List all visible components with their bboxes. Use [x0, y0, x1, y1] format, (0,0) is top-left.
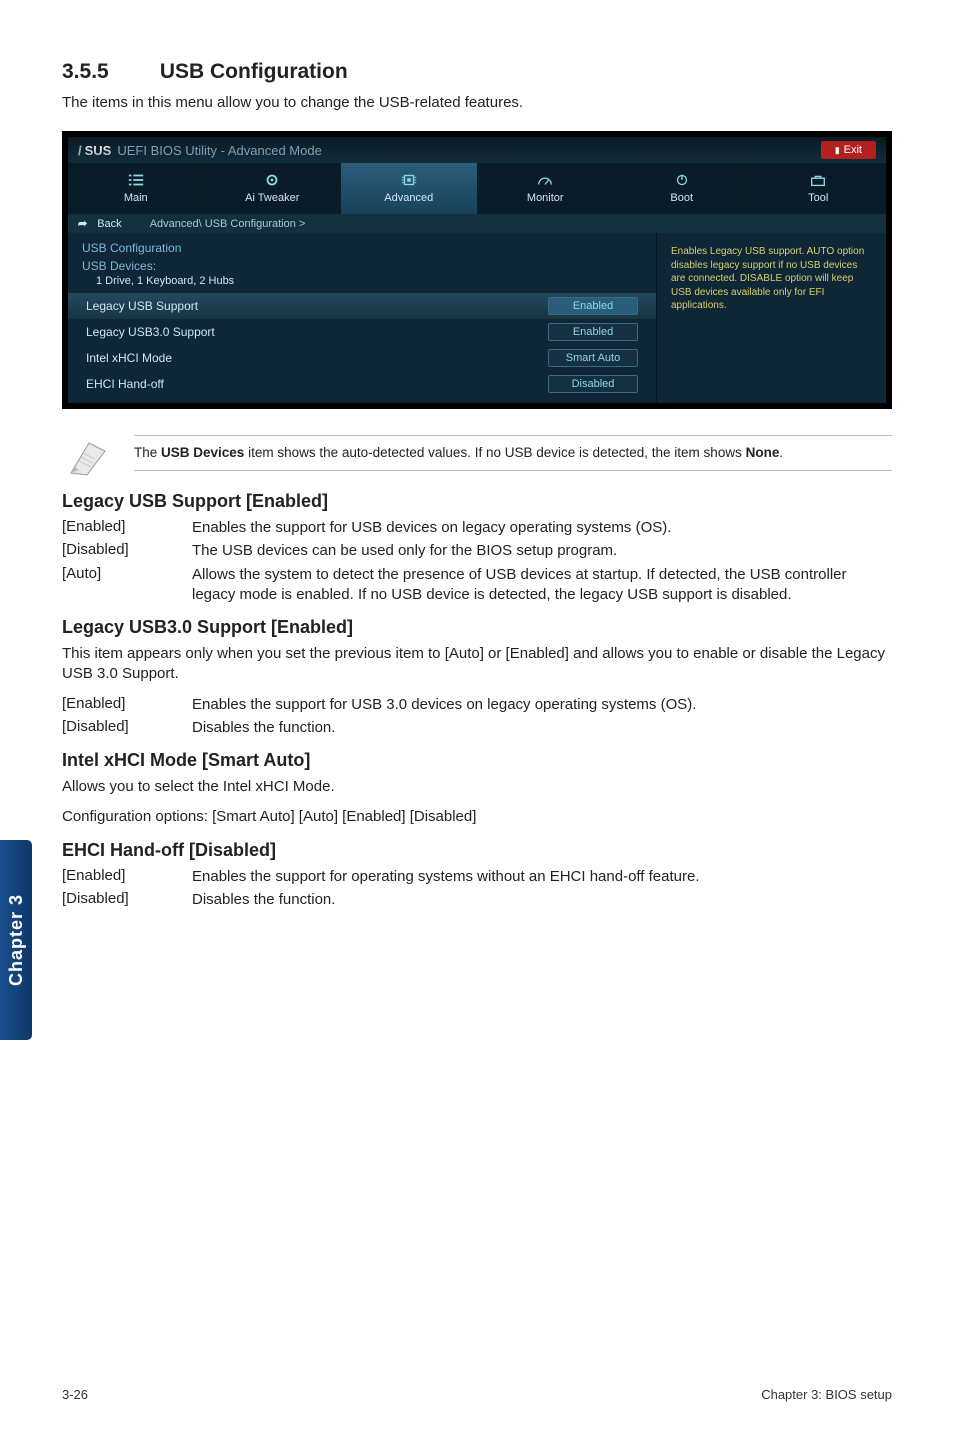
tab-boot[interactable]: Boot — [614, 163, 751, 214]
definition-row: [Disabled]Disables the function. — [62, 890, 892, 910]
tab-ai-tweaker[interactable]: Ai Tweaker — [205, 163, 342, 214]
definition-desc: Enables the support for USB 3.0 devices … — [192, 695, 892, 715]
definition-desc: Allows the system to detect the presence… — [192, 565, 892, 606]
definition-term: [Disabled] — [62, 718, 192, 738]
option-label: Legacy USB Support — [86, 299, 198, 313]
tab-label: Ai Tweaker — [209, 192, 337, 204]
tab-main[interactable]: Main — [68, 163, 205, 214]
definition-row: [Disabled]Disables the function. — [62, 718, 892, 738]
bios-tabbar: Main Ai Tweaker Advanced — [68, 163, 886, 214]
definition-desc: Disables the function. — [192, 890, 892, 910]
tab-label: Main — [72, 192, 200, 204]
option-value[interactable]: Enabled — [548, 323, 638, 341]
tab-monitor[interactable]: Monitor — [478, 163, 615, 214]
power-icon — [618, 171, 746, 189]
subsection-heading: Intel xHCI Mode [Smart Auto] — [62, 750, 892, 771]
tab-label: Advanced — [345, 192, 473, 204]
note-block: The USB Devices item shows the auto-dete… — [62, 435, 892, 479]
definition-desc: Disables the function. — [192, 718, 892, 738]
section-heading: 3.5.5 USB Configuration — [62, 60, 892, 84]
definition-row: [Auto]Allows the system to detect the pr… — [62, 565, 892, 606]
definition-row: [Enabled]Enables the support for USB dev… — [62, 518, 892, 538]
subsection-heading: EHCI Hand-off [Disabled] — [62, 840, 892, 861]
gear-icon — [209, 171, 337, 189]
definition-term: [Enabled] — [62, 867, 192, 887]
footer-chapter-label: Chapter 3: BIOS setup — [761, 1387, 892, 1402]
bios-titlebar: SUS UEFI BIOS Utility - Advanced Mode Ex… — [68, 137, 886, 163]
toolbox-icon — [755, 171, 883, 189]
option-label: Intel xHCI Mode — [86, 351, 172, 365]
definition-row: [Enabled]Enables the support for USB 3.0… — [62, 695, 892, 715]
chip-icon — [345, 171, 473, 189]
tab-advanced[interactable]: Advanced — [341, 163, 478, 214]
option-label: Legacy USB3.0 Support — [86, 325, 215, 339]
option-ehci-hand-off[interactable]: EHCI Hand-off Disabled — [68, 371, 656, 397]
definition-desc: Enables the support for USB devices on l… — [192, 518, 892, 538]
section-intro: The items in this menu allow you to chan… — [62, 94, 892, 111]
bios-title-text: UEFI BIOS Utility - Advanced Mode — [117, 143, 321, 158]
option-label: EHCI Hand-off — [86, 377, 164, 391]
definition-desc: Enables the support for operating system… — [192, 867, 892, 887]
definition-term: [Auto] — [62, 565, 192, 606]
gauge-icon — [482, 171, 610, 189]
chapter-side-label: Chapter 3 — [6, 894, 27, 986]
subsection-paragraph: This item appears only when you set the … — [62, 644, 892, 685]
definition-term: [Enabled] — [62, 518, 192, 538]
option-value[interactable]: Smart Auto — [548, 349, 638, 367]
section-title: USB Configuration — [160, 60, 348, 83]
bios-main-panel: USB Configuration USB Devices: 1 Drive, … — [68, 233, 656, 403]
option-legacy-usb-support[interactable]: Legacy USB Support Enabled — [68, 293, 656, 319]
section-number: 3.5.5 — [62, 60, 154, 84]
subsection-heading: Legacy USB3.0 Support [Enabled] — [62, 617, 892, 638]
list-icon — [72, 171, 200, 189]
tab-label: Boot — [618, 192, 746, 204]
tab-label: Monitor — [482, 192, 610, 204]
definition-desc: The USB devices can be used only for the… — [192, 541, 892, 561]
exit-button[interactable]: Exit — [821, 141, 876, 159]
breadcrumb: Advanced\ USB Configuration > — [150, 218, 306, 230]
definition-term: [Disabled] — [62, 541, 192, 561]
subsection-heading: Legacy USB Support [Enabled] — [62, 491, 892, 512]
bios-devices-value: 1 Drive, 1 Keyboard, 2 Hubs — [68, 275, 656, 293]
back-label: Back — [97, 218, 121, 230]
back-arrow-icon: ➦ — [78, 217, 87, 230]
page-footer: 3-26 Chapter 3: BIOS setup — [62, 1387, 892, 1402]
bios-devices-label: USB Devices: — [68, 257, 656, 275]
definition-row: [Disabled]The USB devices can be used on… — [62, 541, 892, 561]
option-intel-xhci-mode[interactable]: Intel xHCI Mode Smart Auto — [68, 345, 656, 371]
option-legacy-usb3-support[interactable]: Legacy USB3.0 Support Enabled — [68, 319, 656, 345]
note-icon — [62, 437, 114, 477]
subsection-paragraph: Configuration options: [Smart Auto] [Aut… — [62, 807, 892, 827]
bios-screenshot: SUS UEFI BIOS Utility - Advanced Mode Ex… — [62, 131, 892, 409]
note-text: The USB Devices item shows the auto-dete… — [134, 444, 892, 462]
subsection-paragraph: Allows you to select the Intel xHCI Mode… — [62, 777, 892, 797]
definition-row: [Enabled]Enables the support for operati… — [62, 867, 892, 887]
bios-help-text: Enables Legacy USB support. AUTO option … — [671, 245, 874, 313]
page-number: 3-26 — [62, 1387, 88, 1402]
bios-section-title: USB Configuration — [68, 233, 656, 257]
chapter-side-tab: Chapter 3 — [0, 840, 32, 1040]
bios-brand: SUS — [78, 143, 111, 158]
option-value[interactable]: Disabled — [548, 375, 638, 393]
definition-term: [Enabled] — [62, 695, 192, 715]
tab-tool[interactable]: Tool — [751, 163, 887, 214]
definition-term: [Disabled] — [62, 890, 192, 910]
bios-back-row[interactable]: ➦ Back Advanced\ USB Configuration > — [68, 214, 886, 233]
tab-label: Tool — [755, 192, 883, 204]
bios-help-panel: Enables Legacy USB support. AUTO option … — [656, 233, 886, 403]
exit-label: Exit — [844, 144, 862, 156]
option-value[interactable]: Enabled — [548, 297, 638, 315]
